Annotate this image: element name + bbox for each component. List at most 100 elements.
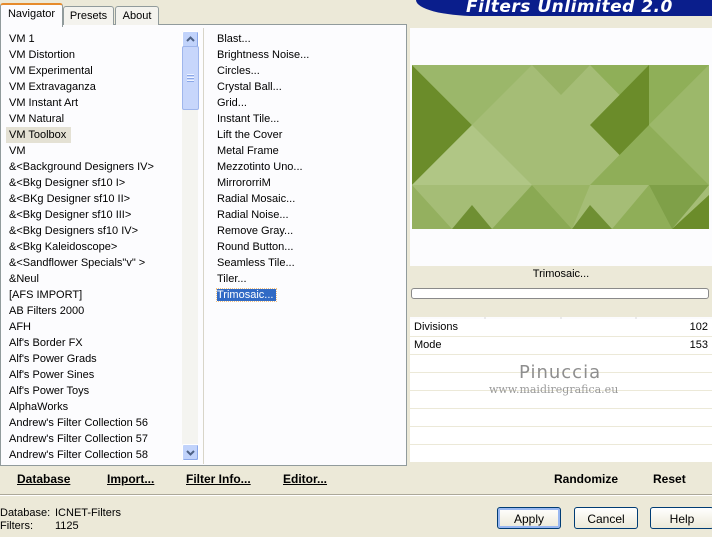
category-label: Alf's Border FX bbox=[9, 337, 83, 349]
filter-item[interactable]: Grid... bbox=[214, 95, 402, 111]
category-label: &<Bkg Designer sf10 III> bbox=[9, 209, 132, 221]
param-value: 153 bbox=[689, 339, 708, 351]
filter-item[interactable]: Brightness Noise... bbox=[214, 47, 402, 63]
filter-label: Metal Frame bbox=[217, 145, 279, 157]
filter-label: Mezzotinto Uno... bbox=[217, 161, 303, 173]
filter-label: Blast... bbox=[217, 33, 251, 45]
category-item[interactable]: Andrew's Filter Collection 56 bbox=[6, 415, 178, 431]
filter-label: Instant Tile... bbox=[217, 113, 280, 125]
param-row-divisions[interactable]: Divisions 102 bbox=[410, 319, 712, 337]
chevron-down-icon bbox=[186, 450, 195, 456]
import-link[interactable]: Import... bbox=[107, 472, 154, 486]
preview-image bbox=[412, 65, 709, 229]
filter-label: Radial Mosaic... bbox=[217, 193, 296, 205]
filter-item[interactable]: Round Button... bbox=[214, 239, 402, 255]
category-item[interactable]: AFH bbox=[6, 319, 178, 335]
category-scrollbar[interactable] bbox=[182, 31, 199, 461]
category-item[interactable]: &<Bkg Kaleidoscope> bbox=[6, 239, 178, 255]
scroll-down-button[interactable] bbox=[182, 444, 199, 461]
category-label: Andrew's Filter Collection 58 bbox=[9, 449, 149, 461]
database-value: ICNET-Filters bbox=[55, 507, 121, 519]
category-label: &<Background Designers IV> bbox=[9, 161, 154, 173]
category-item[interactable]: &Neul bbox=[6, 271, 178, 287]
filter-label: Lift the Cover bbox=[217, 129, 283, 141]
category-label: VM Extravaganza bbox=[9, 81, 96, 93]
apply-button[interactable]: Apply bbox=[497, 507, 561, 529]
filter-item[interactable]: Lift the Cover bbox=[214, 127, 402, 143]
footer-separator bbox=[0, 494, 712, 496]
filter-item[interactable]: Mezzotinto Uno... bbox=[214, 159, 402, 175]
filter-item[interactable]: Tiler... bbox=[214, 271, 402, 287]
category-item[interactable]: Alf's Power Sines bbox=[6, 367, 178, 383]
category-item[interactable]: VM 1 bbox=[6, 31, 178, 47]
category-item[interactable]: &<Sandflower Specials"v" > bbox=[6, 255, 178, 271]
scroll-thumb[interactable] bbox=[182, 46, 199, 110]
param-label: Divisions bbox=[414, 321, 459, 333]
category-label: AlphaWorks bbox=[9, 401, 69, 413]
filter-item[interactable]: Radial Noise... bbox=[214, 207, 402, 223]
param-row-empty bbox=[410, 445, 712, 463]
filter-item[interactable]: Metal Frame bbox=[214, 143, 402, 159]
category-item[interactable]: Andrew's Filter Collection 58 bbox=[6, 447, 178, 463]
category-label: Alf's Power Grads bbox=[9, 353, 97, 365]
category-item[interactable]: VM Distortion bbox=[6, 47, 178, 63]
filter-item[interactable]: Radial Mosaic... bbox=[214, 191, 402, 207]
filter-label: Radial Noise... bbox=[217, 209, 289, 221]
category-label: &<BKg Designer sf10 II> bbox=[9, 193, 131, 205]
category-item[interactable]: Alf's Power Toys bbox=[6, 383, 178, 399]
filter-info-link[interactable]: Filter Info... bbox=[186, 472, 251, 486]
category-item[interactable]: AlphaWorks bbox=[6, 399, 178, 415]
category-item[interactable]: Alf's Border FX bbox=[6, 335, 178, 351]
help-button[interactable]: Help bbox=[650, 507, 712, 529]
filter-item[interactable]: Blast... bbox=[214, 31, 402, 47]
category-item[interactable]: &<Bkg Designer sf10 I> bbox=[6, 175, 178, 191]
filter-label: Brightness Noise... bbox=[217, 49, 310, 61]
category-item[interactable]: VM bbox=[6, 143, 178, 159]
category-item[interactable]: VM Experimental bbox=[6, 63, 178, 79]
category-item[interactable]: VM Natural bbox=[6, 111, 178, 127]
filter-item[interactable]: MirrororriM bbox=[214, 175, 402, 191]
reset-button[interactable]: Reset bbox=[653, 472, 686, 486]
category-label: &<Bkg Kaleidoscope> bbox=[9, 241, 118, 253]
filter-list[interactable]: Blast... Brightness Noise... Circles... Cry… bbox=[214, 31, 402, 303]
filter-item[interactable]: Circles... bbox=[214, 63, 402, 79]
category-list[interactable]: VM 1 VM Distortion VM Experimental VM Extra… bbox=[6, 31, 178, 463]
filter-item[interactable]: Crystal Ball... bbox=[214, 79, 402, 95]
randomize-button[interactable]: Randomize bbox=[554, 472, 618, 486]
filter-item[interactable]: Trimosaic... bbox=[214, 287, 402, 303]
category-item[interactable]: Andrew's Filter Collection 57 bbox=[6, 431, 178, 447]
filter-label: Remove Gray... bbox=[217, 225, 294, 237]
filter-label: Trimosaic... bbox=[215, 288, 278, 302]
category-item[interactable]: AB Filters 2000 bbox=[6, 303, 178, 319]
list-divider bbox=[203, 28, 204, 464]
category-label: &<Bkg Designer sf10 I> bbox=[9, 177, 126, 189]
category-item[interactable]: &<Bkg Designer sf10 III> bbox=[6, 207, 178, 223]
filter-label: MirrororriM bbox=[217, 177, 271, 189]
tab-presets[interactable]: Presets bbox=[63, 6, 114, 25]
database-link[interactable]: Database bbox=[17, 472, 70, 486]
category-item[interactable]: VM Toolbox bbox=[6, 127, 72, 143]
category-item[interactable]: &<Background Designers IV> bbox=[6, 159, 178, 175]
category-item[interactable]: VM Extravaganza bbox=[6, 79, 178, 95]
filter-item[interactable]: Remove Gray... bbox=[214, 223, 402, 239]
filter-item[interactable]: Seamless Tile... bbox=[214, 255, 402, 271]
filters-count-value: 1125 bbox=[55, 520, 79, 532]
cancel-button[interactable]: Cancel bbox=[574, 507, 638, 529]
editor-link[interactable]: Editor... bbox=[283, 472, 327, 486]
filter-label: Crystal Ball... bbox=[217, 81, 282, 93]
filter-item[interactable]: Instant Tile... bbox=[214, 111, 402, 127]
category-item[interactable]: [AFS IMPORT] bbox=[6, 287, 178, 303]
current-filter-label: Trimosaic... bbox=[532, 268, 590, 280]
category-item[interactable]: &<Bkg Designers sf10 IV> bbox=[6, 223, 178, 239]
category-label: &<Bkg Designers sf10 IV> bbox=[9, 225, 139, 237]
tab-about[interactable]: About bbox=[115, 6, 159, 25]
param-row-mode[interactable]: Mode 153 bbox=[410, 337, 712, 355]
chevron-up-icon bbox=[186, 36, 195, 42]
category-label: VM Toolbox bbox=[9, 129, 67, 141]
category-item[interactable]: VM Instant Art bbox=[6, 95, 178, 111]
category-item[interactable]: Alf's Power Grads bbox=[6, 351, 178, 367]
category-label: &<Sandflower Specials"v" > bbox=[9, 257, 146, 269]
filter-label: Grid... bbox=[217, 97, 247, 109]
tab-navigator[interactable]: Navigator bbox=[0, 3, 63, 27]
category-item[interactable]: &<BKg Designer sf10 II> bbox=[6, 191, 178, 207]
